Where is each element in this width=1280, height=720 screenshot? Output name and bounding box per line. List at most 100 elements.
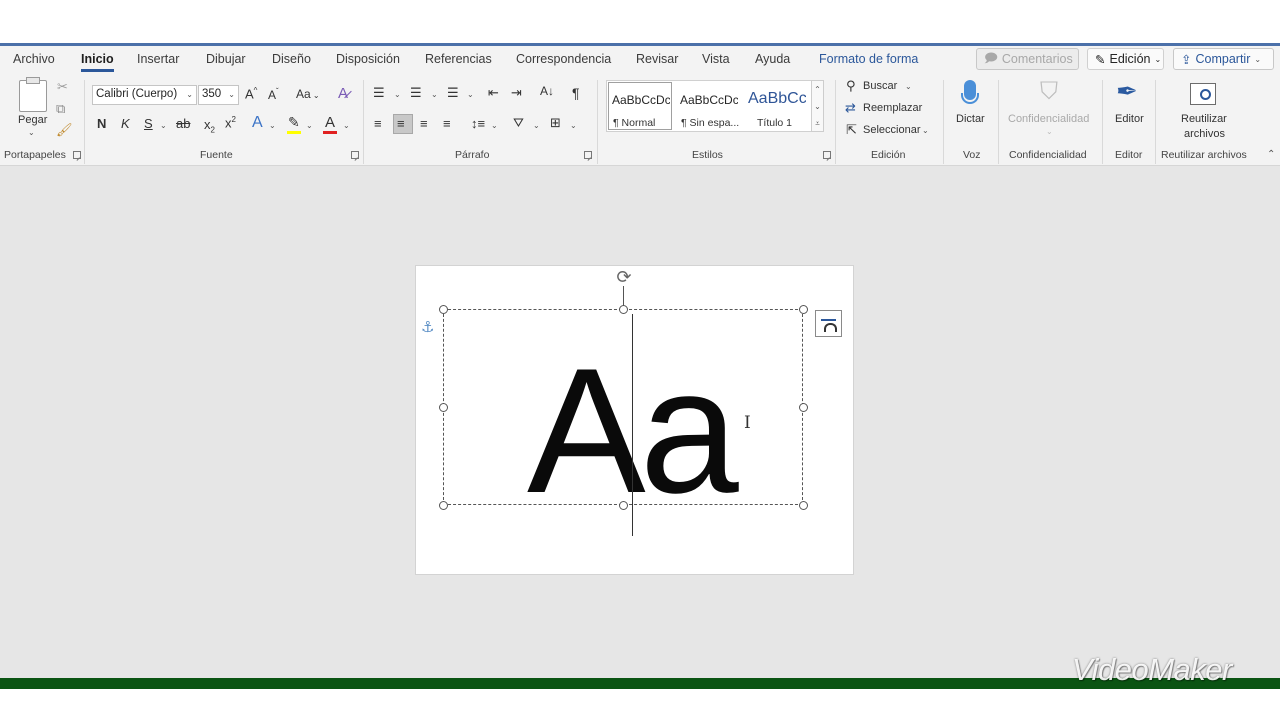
increase-indent-icon[interactable]: ⇥ xyxy=(511,86,522,99)
search-icon[interactable]: ⚲ xyxy=(846,79,856,92)
chevron-down-icon[interactable]: ⌄ xyxy=(922,126,929,135)
tab-dibujar[interactable]: Dibujar xyxy=(206,52,246,66)
resize-handle-right[interactable] xyxy=(799,403,808,412)
editor-pen-icon[interactable]: ✒ xyxy=(1116,78,1138,104)
chevron-down-icon[interactable]: ⌄ xyxy=(28,128,35,137)
line-spacing-icon[interactable]: ↕≡ xyxy=(471,117,485,130)
font-launcher-icon[interactable] xyxy=(351,151,359,159)
justify-icon[interactable]: ≡ xyxy=(443,117,451,130)
anchor-icon[interactable]: ⚓ xyxy=(421,318,434,336)
align-left-icon[interactable]: ≡ xyxy=(374,117,382,130)
sort-icon[interactable]: A↓ xyxy=(540,85,554,97)
chevron-down-icon[interactable]: ⌄ xyxy=(160,121,167,130)
dictate-button[interactable]: Dictar xyxy=(956,113,985,125)
strikethrough-button[interactable]: ab xyxy=(176,117,190,130)
copy-icon[interactable]: ⧉ xyxy=(56,102,65,115)
superscript-button[interactable]: x2 xyxy=(225,116,236,130)
scroll-up-icon[interactable]: ⌃ xyxy=(812,81,823,98)
font-name-combo[interactable]: Calibri (Cuerpo) ⌄ xyxy=(92,85,197,105)
chevron-down-icon[interactable]: ⌄ xyxy=(491,121,498,130)
share-button[interactable]: ⇪ Compartir ⌄ xyxy=(1173,48,1274,70)
change-case-icon[interactable]: Aa ⌄ xyxy=(296,88,320,100)
sensitivity-label-icon[interactable]: ⛉ xyxy=(1040,80,1058,104)
grow-font-icon[interactable]: A^ xyxy=(245,87,257,101)
chevron-down-icon[interactable]: ⌄ xyxy=(570,121,577,130)
multilevel-list-icon[interactable]: ☰ xyxy=(447,86,459,99)
tab-referencias[interactable]: Referencias xyxy=(425,52,492,66)
chevron-down-icon[interactable]: ⌄ xyxy=(431,90,438,99)
sensitivity-button[interactable]: Confidencialidad xyxy=(1008,113,1089,125)
layout-options-icon[interactable] xyxy=(815,310,842,337)
collapse-ribbon-icon[interactable]: ⌃ xyxy=(1267,150,1275,160)
tab-archivo[interactable]: Archivo xyxy=(13,52,55,66)
align-right-icon[interactable]: ≡ xyxy=(420,117,428,130)
text-effects-icon[interactable]: A xyxy=(252,115,263,131)
chevron-down-icon[interactable]: ⌄ xyxy=(269,121,276,130)
find-button[interactable]: Buscar xyxy=(863,80,897,92)
resize-handle-bottom-left[interactable] xyxy=(439,501,448,510)
decrease-indent-icon[interactable]: ⇤ xyxy=(488,86,499,99)
resize-handle-left[interactable] xyxy=(439,403,448,412)
show-formatting-marks-icon[interactable]: ¶ xyxy=(572,86,580,100)
comments-button[interactable]: 🗩 Comentarios xyxy=(976,48,1079,70)
highlight-pen-icon[interactable]: ✎ xyxy=(288,115,300,129)
tab-ayuda[interactable]: Ayuda xyxy=(755,52,790,66)
tab-insertar[interactable]: Insertar xyxy=(137,52,179,66)
microphone-stand xyxy=(961,93,979,104)
chevron-down-icon[interactable]: ⌄ xyxy=(306,121,313,130)
numbering-icon[interactable]: ☰ xyxy=(410,86,422,99)
italic-button[interactable]: K xyxy=(121,117,130,130)
format-painter-icon[interactable]: 🖌 xyxy=(56,123,73,136)
rotate-handle-icon[interactable]: ⟳ xyxy=(613,266,635,288)
chevron-down-icon[interactable]: ⌄ xyxy=(343,121,350,130)
resize-handle-bottom[interactable] xyxy=(619,501,628,510)
resize-handle-bottom-right[interactable] xyxy=(799,501,808,510)
editor-button[interactable]: Editor xyxy=(1115,113,1144,125)
chevron-down-icon[interactable]: ⌄ xyxy=(905,82,912,91)
select-cursor-icon[interactable]: ⇱ xyxy=(846,123,857,136)
style-titulo-1[interactable]: AaBbCc Título 1 xyxy=(743,81,809,131)
tab-diseno[interactable]: Diseño xyxy=(272,52,311,66)
tab-formato-de-forma[interactable]: Formato de forma xyxy=(819,52,918,66)
tab-vista[interactable]: Vista xyxy=(702,52,730,66)
style-normal[interactable]: AaBbCcDc ¶ Normal xyxy=(607,81,673,131)
more-styles-icon[interactable]: ⩡ xyxy=(812,115,823,132)
text-box-content[interactable]: Aa xyxy=(527,342,739,520)
underline-button[interactable]: S xyxy=(144,117,153,130)
group-divider xyxy=(835,80,836,164)
chevron-down-icon[interactable]: ⌄ xyxy=(467,90,474,99)
styles-launcher-icon[interactable] xyxy=(823,151,831,159)
tab-revisar[interactable]: Revisar xyxy=(636,52,678,66)
resize-handle-top-right[interactable] xyxy=(799,305,808,314)
style-sin-espaciado[interactable]: AaBbCcDc ¶ Sin espa... xyxy=(675,81,741,131)
replace-icon[interactable]: ⇄ xyxy=(845,101,856,114)
resize-handle-top-left[interactable] xyxy=(439,305,448,314)
tab-correspondencia[interactable]: Correspondencia xyxy=(516,52,611,66)
paste-icon[interactable] xyxy=(19,80,47,112)
font-size-combo[interactable]: 350 ⌄ xyxy=(198,85,239,105)
resize-handle-top[interactable] xyxy=(619,305,628,314)
editing-mode-button[interactable]: ✎ Edición ⌄ xyxy=(1087,48,1164,70)
subscript-button[interactable]: x2 xyxy=(204,118,215,135)
paste-label[interactable]: Pegar xyxy=(18,114,47,126)
font-color-icon[interactable]: A xyxy=(325,115,335,130)
reuse-files-button-line1[interactable]: Reutilizar xyxy=(1181,113,1227,125)
bullets-icon[interactable]: ☰ xyxy=(373,86,385,99)
select-button[interactable]: Seleccionar xyxy=(863,124,920,136)
chevron-down-icon[interactable]: ⌄ xyxy=(533,121,540,130)
paragraph-launcher-icon[interactable] xyxy=(584,151,592,159)
tab-disposicion[interactable]: Disposición xyxy=(336,52,400,66)
styles-scroll[interactable]: ⌃ ⌄ ⩡ xyxy=(811,80,824,132)
clear-formatting-icon[interactable]: A̷ xyxy=(338,86,348,101)
clipboard-launcher-icon[interactable] xyxy=(73,151,81,159)
reuse-files-button-line2[interactable]: archivos xyxy=(1184,128,1225,140)
borders-icon[interactable]: ⊞ xyxy=(550,116,561,129)
cut-icon[interactable]: ✂ xyxy=(57,80,68,93)
chevron-down-icon[interactable]: ⌄ xyxy=(394,90,401,99)
scroll-down-icon[interactable]: ⌄ xyxy=(812,98,823,115)
shading-icon[interactable]: ⛛ xyxy=(513,116,524,129)
shrink-font-icon[interactable]: Aˇ xyxy=(268,88,279,102)
bold-button[interactable]: N xyxy=(97,117,106,130)
tab-inicio[interactable]: Inicio xyxy=(81,52,114,72)
replace-button[interactable]: Reemplazar xyxy=(863,102,922,114)
